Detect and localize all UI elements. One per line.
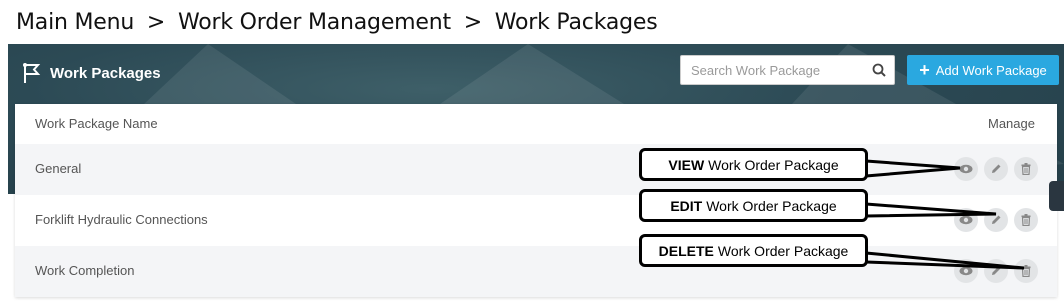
edit-icon[interactable] xyxy=(984,157,1008,181)
delete-icon[interactable] xyxy=(1014,259,1038,283)
add-work-package-button[interactable]: + Add Work Package xyxy=(907,55,1059,85)
add-work-package-label: Add Work Package xyxy=(935,62,1047,78)
page-title: Work Packages xyxy=(22,62,161,84)
breadcrumb-separator: > xyxy=(146,10,166,35)
callout-view-text: Work Order Package xyxy=(708,156,839,173)
breadcrumb-separator: > xyxy=(463,10,482,35)
breadcrumb-item-work-order-management[interactable]: Work Order Management xyxy=(178,10,451,35)
callout-view-bold: VIEW xyxy=(668,156,705,173)
edit-icon[interactable] xyxy=(984,259,1008,283)
flag-icon xyxy=(22,62,42,84)
view-icon[interactable] xyxy=(954,259,978,283)
breadcrumb: Main Menu > Work Order Management > Work… xyxy=(16,10,664,35)
column-header-manage: Manage xyxy=(988,116,1035,131)
callout-view: VIEW Work Order Package xyxy=(639,148,868,181)
search-box[interactable] xyxy=(680,55,895,85)
callout-delete-bold: DELETE xyxy=(658,242,714,259)
work-package-name[interactable]: Work Completion xyxy=(35,263,134,278)
edit-icon[interactable] xyxy=(984,208,1008,232)
work-package-name[interactable]: General xyxy=(35,161,81,176)
table-row[interactable]: Work Completion xyxy=(15,246,1057,297)
callout-delete-text: Work Order Package xyxy=(717,242,849,259)
column-header-name[interactable]: Work Package Name xyxy=(35,116,158,131)
callout-edit: EDIT Work Order Package xyxy=(639,189,868,222)
table-row[interactable]: Forklift Hydraulic Connections xyxy=(15,195,1057,246)
search-input[interactable] xyxy=(681,56,881,84)
side-panel-toggle[interactable] xyxy=(1049,181,1064,211)
delete-icon[interactable] xyxy=(1014,208,1038,232)
delete-icon[interactable] xyxy=(1014,157,1038,181)
work-package-name[interactable]: Forklift Hydraulic Connections xyxy=(35,212,208,227)
search-icon[interactable] xyxy=(872,63,886,82)
work-packages-table: Work Package Name Manage General Forklif… xyxy=(15,104,1057,297)
breadcrumb-item-work-packages: Work Packages xyxy=(494,10,658,35)
view-icon[interactable] xyxy=(954,157,978,181)
callout-delete: DELETE Work Order Package xyxy=(639,234,868,267)
view-icon[interactable] xyxy=(954,208,978,232)
table-row[interactable]: General xyxy=(15,144,1057,195)
page-title-text: Work Packages xyxy=(50,64,161,82)
callout-edit-bold: EDIT xyxy=(670,197,703,214)
callout-edit-text: Work Order Package xyxy=(706,197,837,214)
breadcrumb-item-main-menu[interactable]: Main Menu xyxy=(16,10,134,35)
plus-icon: + xyxy=(919,60,930,80)
